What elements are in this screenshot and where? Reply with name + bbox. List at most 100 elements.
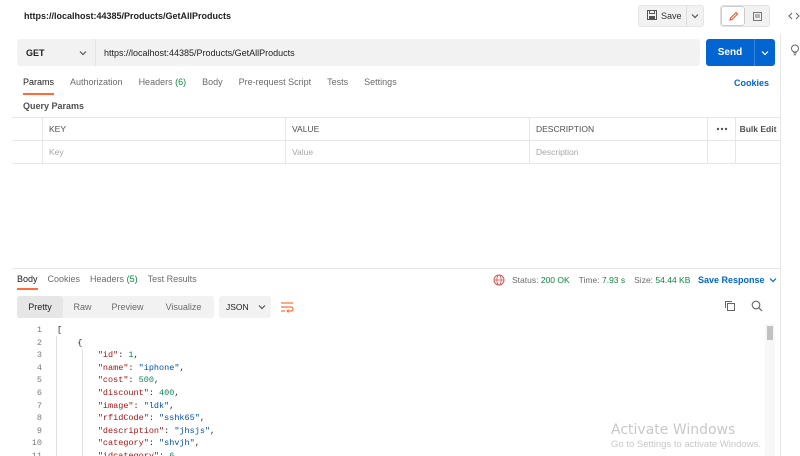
globe-icon[interactable]: [493, 274, 505, 288]
column-header-value: VALUE: [286, 118, 530, 140]
tab-tests[interactable]: Tests: [327, 77, 348, 93]
row-checkbox: [12, 141, 43, 163]
description-input[interactable]: Description: [530, 141, 708, 163]
status-label: Status:: [512, 275, 539, 285]
edit-mode-button[interactable]: [721, 6, 745, 26]
view-raw[interactable]: Raw: [63, 296, 102, 318]
code-scrollbar[interactable]: [765, 324, 775, 456]
wrap-lines-button[interactable]: [277, 298, 297, 316]
response-tab-headers[interactable]: Headers (5): [90, 274, 138, 290]
send-button-group[interactable]: Send: [706, 39, 775, 66]
method-label: GET: [26, 47, 45, 58]
format-label: JSON: [226, 302, 249, 312]
json-key: "idcategory": [97, 450, 160, 456]
view-preview[interactable]: Preview: [102, 296, 153, 318]
request-title[interactable]: https://localhost:44385/Products/GetAllP…: [24, 11, 231, 21]
json-value: "jhsjs": [174, 425, 211, 436]
chevron-down-icon: [769, 278, 776, 283]
line-number: 10: [31, 438, 42, 449]
tab-body[interactable]: Body: [202, 77, 223, 93]
copy-icon[interactable]: [724, 300, 736, 314]
tab-settings[interactable]: Settings: [364, 77, 397, 93]
line-text: "discount": 400,: [97, 387, 180, 398]
documentation-mode-button[interactable]: [745, 6, 769, 26]
tab-authorization[interactable]: Authorization: [70, 77, 123, 93]
column-header-description: DESCRIPTION: [530, 118, 708, 140]
line-text: "name": "iphone",: [97, 362, 185, 373]
save-response-button[interactable]: Save Response: [698, 275, 777, 285]
line-text: [: [43, 324, 62, 337]
save-button-group[interactable]: Save: [638, 5, 704, 27]
line-text: "description": "jhsjs",: [97, 425, 216, 436]
code-line: 4 "name": "iphone",: [12, 362, 778, 375]
json-value: 400: [159, 387, 175, 398]
tab-label: Settings: [364, 77, 397, 87]
size-info[interactable]: Size: 54.44 KB: [634, 275, 690, 285]
response-view-mode: Pretty Raw Preview Visualize: [17, 296, 214, 318]
save-label: Save: [661, 11, 682, 21]
json-value: 500: [138, 375, 154, 386]
url-bar: GET: [17, 39, 700, 66]
search-icon[interactable]: [751, 300, 763, 314]
save-button[interactable]: Save: [639, 6, 686, 26]
tab-headers[interactable]: Headers (6): [139, 77, 187, 93]
indent-guide: [82, 349, 83, 456]
save-options-button[interactable]: [686, 6, 703, 26]
code-icon[interactable]: [788, 10, 800, 24]
view-pretty[interactable]: Pretty: [17, 296, 63, 318]
watermark-title: Activate Windows: [611, 422, 736, 438]
json-punct: [: [57, 325, 63, 335]
format-select[interactable]: JSON: [219, 296, 271, 318]
send-options-button[interactable]: [754, 39, 775, 66]
url-input[interactable]: [96, 39, 700, 66]
method-select[interactable]: GET: [17, 39, 96, 66]
row-spacer: [708, 141, 736, 163]
more-options-button[interactable]: [708, 118, 736, 140]
tab-count: (6): [175, 77, 187, 87]
tab-label: Tests: [327, 77, 349, 87]
query-params-title: Query Params: [23, 101, 85, 111]
column-header-key: KEY: [43, 118, 286, 140]
key-input[interactable]: Key: [43, 141, 286, 163]
response-tab-cookies[interactable]: Cookies: [48, 274, 81, 290]
status-info[interactable]: Status: 200 OK: [512, 275, 570, 285]
request-tabs: Params Authorization Headers (6) Body Pr…: [23, 77, 413, 95]
save-response-label: Save Response: [698, 275, 765, 285]
tab-label: Headers: [138, 77, 173, 87]
status-value: 200 OK: [540, 275, 570, 285]
tab-label: Pre-request Script: [238, 77, 312, 87]
line-number: 9: [36, 425, 42, 436]
right-panel-border: [780, 34, 781, 456]
bulk-edit-button[interactable]: Bulk Edit: [736, 118, 780, 140]
ellipsis-icon: [716, 127, 727, 131]
time-label: Time:: [578, 275, 600, 285]
value-input[interactable]: Value: [286, 141, 530, 163]
row-spacer: [736, 141, 780, 163]
scrollbar-thumb[interactable]: [767, 326, 773, 340]
json-key: "rfidCode": [97, 413, 149, 424]
response-tab-test-results[interactable]: Test Results: [148, 274, 197, 290]
watermark-subtitle: Go to Settings to activate Windows.: [611, 439, 761, 450]
view-visualize[interactable]: Visualize: [153, 296, 214, 318]
tab-pre-request-script[interactable]: Pre-request Script: [239, 77, 312, 93]
code-line: 7 "image": "ldk",: [12, 400, 778, 413]
line-text: "category": "shvjh",: [97, 438, 200, 449]
pane-divider[interactable]: [12, 268, 780, 269]
time-info[interactable]: Time: 7.93 s: [579, 275, 625, 285]
send-button[interactable]: Send: [706, 47, 754, 58]
activation-watermark: Activate Windows Go to Settings to activ…: [611, 422, 761, 450]
tab-label: Params: [23, 77, 55, 87]
line-number: 1: [36, 325, 42, 335]
tab-label: Body: [17, 274, 38, 284]
line-number: 4: [36, 362, 42, 373]
response-tab-body[interactable]: Body: [17, 274, 38, 290]
tab-count: (5): [126, 274, 138, 284]
line-text: {: [43, 337, 82, 350]
cookies-link[interactable]: Cookies: [734, 78, 769, 88]
code-line: 6 "discount": 400,: [12, 387, 778, 400]
json-value: 6: [169, 450, 175, 456]
lightbulb-icon[interactable]: [790, 44, 800, 58]
tab-params[interactable]: Params: [23, 77, 55, 95]
table-row: Key Value Description: [12, 141, 780, 164]
wrap-icon: [281, 302, 294, 313]
